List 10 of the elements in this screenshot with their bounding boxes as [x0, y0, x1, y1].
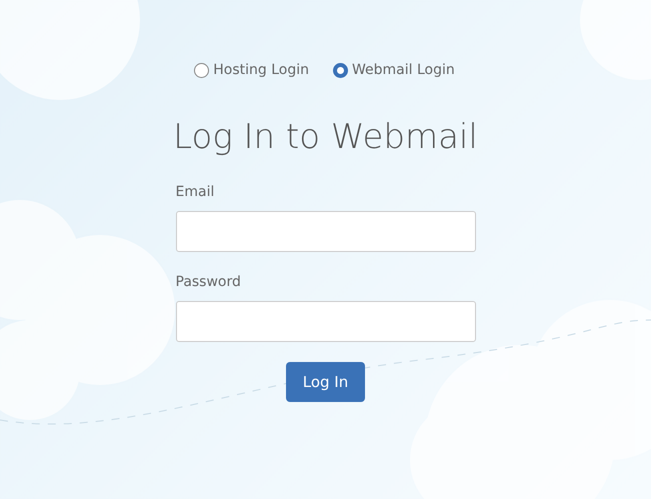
input-field[interactable]: [176, 210, 476, 252]
login-type-radio[interactable]: Webmail Login: [333, 60, 455, 81]
radio-icon[interactable]: [194, 63, 210, 78]
radio-icon[interactable]: [333, 63, 348, 78]
login-type-radio[interactable]: Hosting Login: [194, 60, 309, 81]
input-field[interactable]: [176, 300, 476, 342]
field-label: Password: [176, 272, 242, 292]
page-title: Log In to Webmail: [172, 117, 479, 158]
field-label: Email: [176, 182, 216, 202]
log-in-button[interactable]: Log In: [286, 362, 366, 402]
